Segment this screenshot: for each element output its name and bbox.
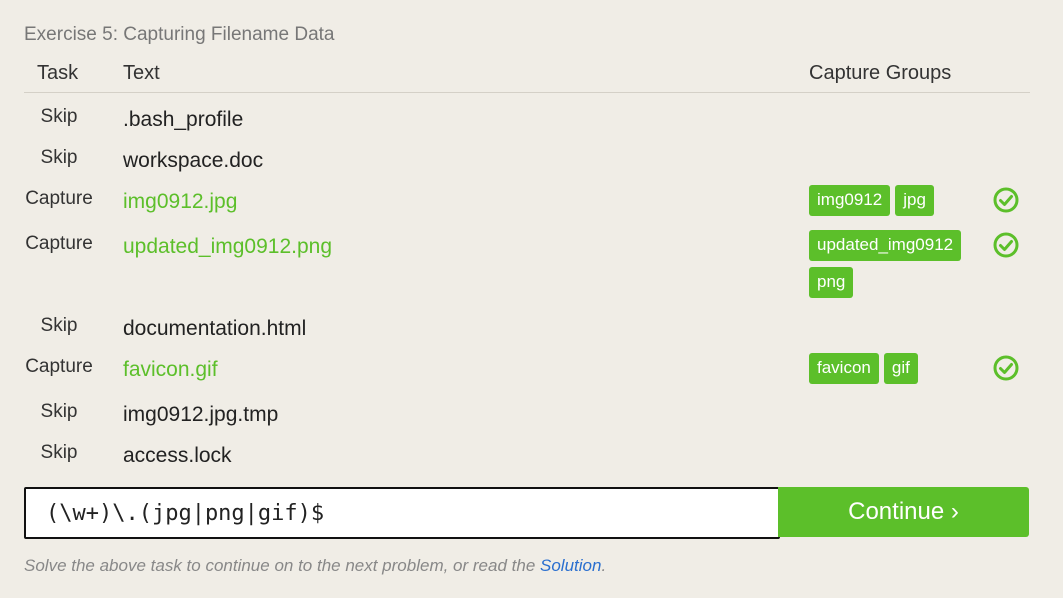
header-capture-groups: Capture Groups bbox=[809, 62, 952, 84]
continue-button[interactable]: Continue › bbox=[778, 487, 1029, 537]
capture-group-chip: img0912 bbox=[809, 185, 891, 216]
exercise-title: Exercise 5: Capturing Filename Data bbox=[24, 24, 335, 45]
capture-group-chip: favicon bbox=[809, 353, 879, 384]
table-header: Task Text Capture Groups bbox=[24, 60, 1030, 93]
regex-input[interactable] bbox=[26, 489, 766, 537]
capture-group-chip: png bbox=[809, 267, 854, 298]
check-circle-icon bbox=[993, 232, 1019, 258]
capture-groups: updated_img0912png bbox=[809, 230, 979, 304]
check-circle-icon bbox=[993, 355, 1019, 381]
row-task: Capture bbox=[25, 233, 93, 254]
capture-groups: favicon gif bbox=[809, 353, 979, 390]
row-task: Skip bbox=[40, 147, 78, 168]
capture-group-chip: jpg bbox=[895, 185, 934, 216]
row-text: img0912.jpg bbox=[123, 190, 238, 213]
check-circle-icon bbox=[993, 187, 1019, 213]
row-text: favicon.gif bbox=[123, 358, 218, 381]
row-text: access.lock bbox=[123, 444, 232, 467]
row-text: workspace.doc bbox=[123, 149, 264, 172]
regex-input-box[interactable] bbox=[24, 487, 780, 539]
row-task: Skip bbox=[40, 315, 78, 336]
row-task: Capture bbox=[25, 356, 93, 377]
capture-groups: img0912 jpg bbox=[809, 185, 979, 222]
row-task: Skip bbox=[40, 106, 78, 127]
row-text: documentation.html bbox=[123, 317, 307, 340]
row-task: Skip bbox=[40, 442, 78, 463]
footer-text: Solve the above task to continue on to t… bbox=[24, 556, 540, 575]
footer-hint: Solve the above task to continue on to t… bbox=[24, 556, 606, 576]
header-text: Text bbox=[123, 62, 160, 84]
row-task: Skip bbox=[40, 401, 78, 422]
row-text: img0912.jpg.tmp bbox=[123, 403, 279, 426]
header-task: Task bbox=[37, 62, 79, 84]
row-text: updated_img0912.png bbox=[123, 235, 333, 258]
capture-group-chip: updated_img0912 bbox=[809, 230, 962, 261]
row-task: Capture bbox=[25, 188, 93, 209]
footer-text-end: . bbox=[601, 556, 607, 575]
row-text: .bash_profile bbox=[123, 108, 244, 131]
capture-group-chip: gif bbox=[883, 353, 918, 384]
solution-link[interactable]: Solution bbox=[540, 556, 601, 575]
